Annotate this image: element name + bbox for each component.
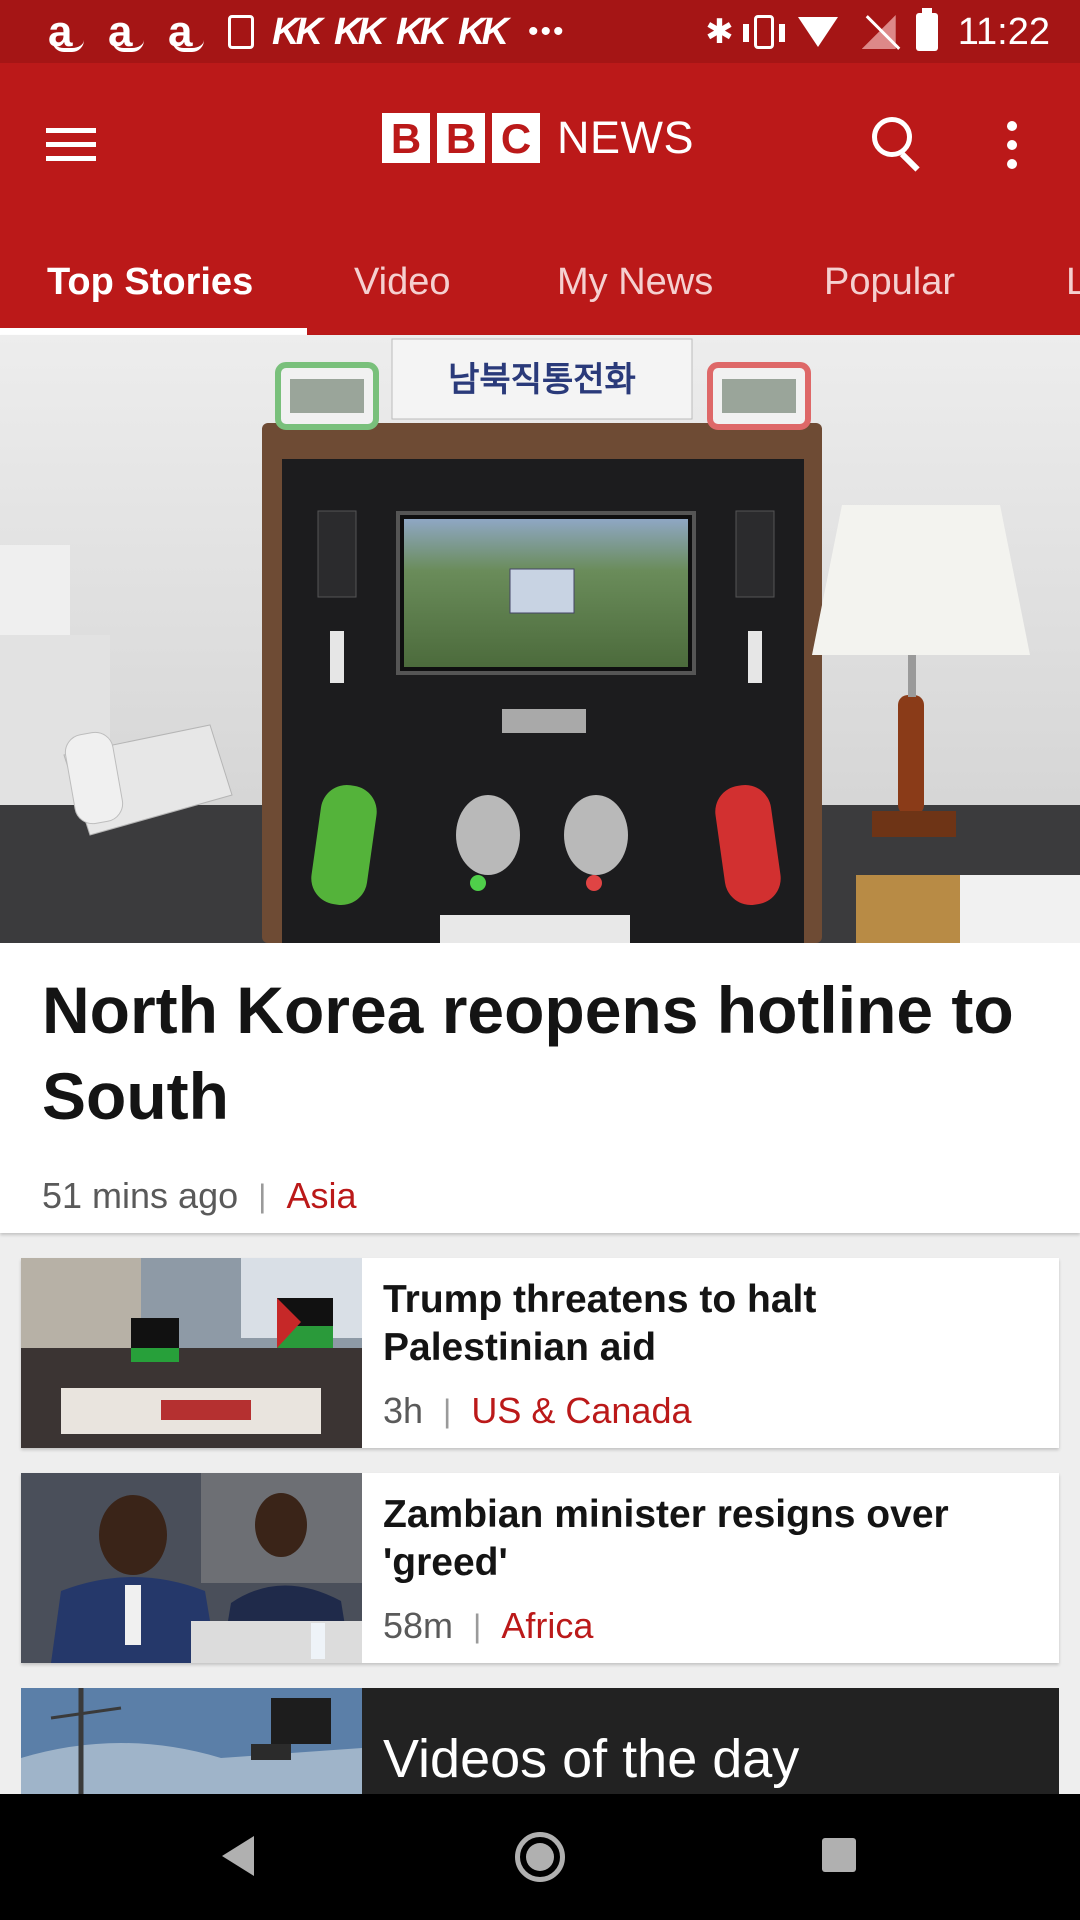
app-bar: B B C NEWS Top Stories Video My News Pop… bbox=[0, 63, 1080, 335]
logo-letter: B bbox=[382, 113, 430, 163]
more-vert-icon-dot bbox=[1007, 140, 1017, 150]
protest-thumbnail bbox=[21, 1258, 362, 1448]
tab-popular[interactable]: Popular bbox=[824, 233, 955, 335]
no-signal-icon bbox=[862, 15, 896, 49]
wifi-icon bbox=[797, 17, 838, 47]
kk-icon: KK bbox=[334, 10, 385, 53]
story-card[interactable]: Trump threatens to halt Palestinian aid … bbox=[21, 1258, 1059, 1448]
logo-word: NEWS bbox=[557, 112, 694, 163]
system-navigation-bar bbox=[0, 1794, 1080, 1920]
more-notifications-icon: ••• bbox=[528, 15, 566, 48]
hamburger-icon-line bbox=[46, 127, 96, 133]
minister-thumbnail bbox=[21, 1473, 362, 1663]
tab-partial[interactable]: L bbox=[1066, 233, 1080, 335]
battery-charging-icon bbox=[915, 8, 938, 51]
kk-icon: KK bbox=[396, 10, 447, 53]
hamburger-icon-line bbox=[46, 155, 96, 161]
back-icon[interactable] bbox=[222, 1836, 254, 1876]
bluetooth-icon: ✱ bbox=[705, 13, 734, 51]
bbc-news-logo: B B C NEWS bbox=[382, 112, 694, 164]
clock: 11:22 bbox=[957, 10, 1050, 53]
nameplate-text: 남북직통전화 bbox=[448, 360, 636, 400]
overflow-menu-button[interactable] bbox=[990, 105, 1034, 185]
story-category-link[interactable]: Africa bbox=[501, 1605, 593, 1647]
story-timestamp: 58m bbox=[383, 1605, 454, 1646]
videos-section-title: Videos of the day bbox=[383, 1729, 800, 1789]
logo-letter: B bbox=[437, 113, 485, 163]
meta-separator: | bbox=[258, 1177, 267, 1214]
home-icon[interactable] bbox=[515, 1832, 565, 1882]
menu-button[interactable] bbox=[32, 103, 114, 185]
meta-separator: | bbox=[443, 1392, 452, 1429]
top-story-headline: North Korea reopens hotline to South bbox=[42, 973, 1014, 1133]
hamburger-icon-line bbox=[46, 141, 96, 147]
video-thumbnail bbox=[21, 1688, 362, 1798]
top-story-card[interactable]: 남북직통전화 North Korea reopens hotline to So… bbox=[0, 335, 1080, 1233]
system-icons: ✱ 11:22 bbox=[705, 8, 1050, 56]
kk-icon: KK bbox=[458, 10, 509, 53]
story-headline: Zambian minister resigns over 'greed' bbox=[383, 1493, 949, 1584]
story-headline: Trump threatens to halt Palestinian aid bbox=[383, 1278, 817, 1369]
story-meta: 3h | US & Canada bbox=[383, 1390, 692, 1432]
notification-icons: a a a KK KK KK KK ••• bbox=[48, 8, 566, 56]
kk-icon: KK bbox=[272, 10, 323, 53]
story-meta: 58m | Africa bbox=[383, 1605, 593, 1647]
story-category-link[interactable]: US & Canada bbox=[471, 1390, 691, 1432]
tab-bar: Top Stories Video My News Popular L bbox=[0, 233, 1080, 335]
story-card[interactable]: Zambian minister resigns over 'greed' 58… bbox=[21, 1473, 1059, 1663]
status-bar: a a a KK KK KK KK ••• ✱ 11:22 bbox=[0, 0, 1080, 63]
story-category-link[interactable]: Asia bbox=[286, 1175, 356, 1217]
tab-video[interactable]: Video bbox=[354, 233, 451, 335]
amazon-icon: a bbox=[48, 10, 90, 54]
tab-my-news[interactable]: My News bbox=[557, 233, 713, 335]
hotline-photo: 남북직통전화 bbox=[0, 335, 1080, 943]
story-timestamp: 51 mins ago bbox=[42, 1175, 239, 1216]
search-icon-handle bbox=[899, 151, 920, 172]
tab-indicator bbox=[0, 328, 307, 335]
amazon-icon: a bbox=[108, 10, 150, 54]
amazon-icon: a bbox=[168, 10, 210, 54]
recent-apps-icon[interactable] bbox=[822, 1838, 856, 1872]
more-vert-icon-dot bbox=[1007, 121, 1017, 131]
meta-separator: | bbox=[473, 1607, 482, 1644]
videos-of-the-day-card[interactable]: Videos of the day bbox=[21, 1688, 1059, 1798]
search-button[interactable] bbox=[860, 105, 940, 185]
more-vert-icon-dot bbox=[1007, 159, 1017, 169]
tab-top-stories[interactable]: Top Stories bbox=[47, 233, 253, 335]
vibrate-icon bbox=[742, 15, 785, 49]
sim-card-icon bbox=[228, 15, 254, 49]
story-timestamp: 3h bbox=[383, 1390, 424, 1431]
top-story-meta: 51 mins ago | Asia bbox=[42, 1175, 356, 1217]
search-icon bbox=[872, 117, 912, 157]
logo-letter: C bbox=[492, 113, 540, 163]
